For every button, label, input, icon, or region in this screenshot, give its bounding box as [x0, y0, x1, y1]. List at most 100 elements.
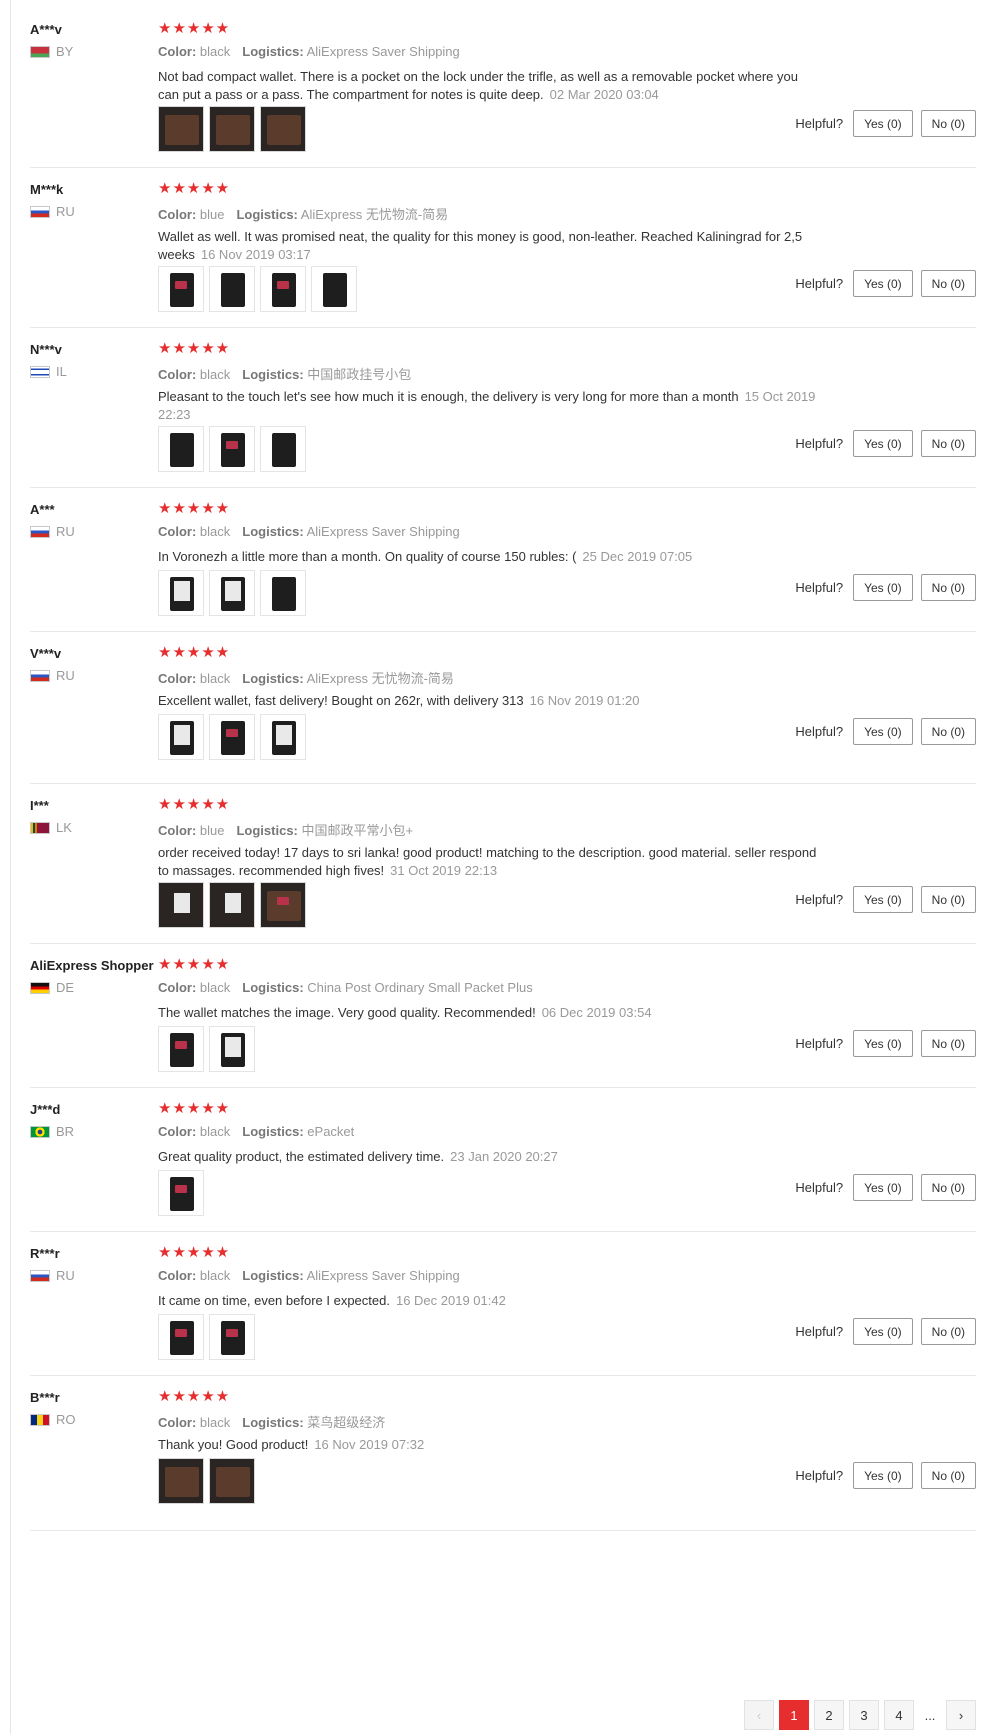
helpful-yes-button[interactable]: Yes (0) — [853, 718, 913, 745]
reviewer-country: BR — [30, 1124, 74, 1139]
review-photo-thumbnail[interactable] — [158, 1026, 204, 1072]
helpful-yes-button[interactable]: Yes (0) — [853, 1174, 913, 1201]
review-photo-thumbnail[interactable] — [209, 714, 255, 760]
flag-de-icon — [30, 981, 50, 994]
helpful-no-button[interactable]: No (0) — [920, 1030, 976, 1057]
helpful-no-button[interactable]: No (0) — [920, 270, 976, 297]
review-photo-thumbnail[interactable] — [158, 714, 204, 760]
helpful-no-button[interactable]: No (0) — [920, 1462, 976, 1489]
review-photo-thumbnail[interactable] — [260, 106, 306, 152]
page-1-button[interactable]: 1 — [779, 1700, 809, 1730]
review-photo-thumbnail[interactable] — [209, 1026, 255, 1072]
helpful-label: Helpful? — [795, 724, 844, 739]
review-meta: Color: black Logistics: 菜鸟超级经济 — [158, 1415, 386, 1430]
reviewer-country: BY — [30, 44, 73, 59]
helpful-vote: Helpful? Yes (0) No (0) — [795, 718, 976, 745]
review-text: Not bad compact wallet. There is a pocke… — [158, 69, 798, 102]
rating-stars: ★★★★★ — [158, 20, 231, 37]
helpful-yes-button[interactable]: Yes (0) — [853, 1030, 913, 1057]
helpful-no-button[interactable]: No (0) — [920, 1174, 976, 1201]
rating-stars: ★★★★★ — [158, 180, 231, 197]
helpful-yes-button[interactable]: Yes (0) — [853, 574, 913, 601]
helpful-yes-button[interactable]: Yes (0) — [853, 1318, 913, 1345]
helpful-vote: Helpful? Yes (0) No (0) — [795, 574, 976, 601]
review-photo-thumbnail[interactable] — [158, 266, 204, 312]
page-4-button[interactable]: 4 — [884, 1700, 914, 1730]
review-photos — [158, 266, 357, 312]
review-item: J***d BR ★★★★★ Color: black Logistics: eP… — [30, 1100, 976, 1232]
review-date: 23 Jan 2020 20:27 — [450, 1149, 558, 1164]
rating-stars: ★★★★★ — [158, 956, 231, 973]
rating-stars: ★★★★★ — [158, 500, 231, 517]
review-photo-thumbnail[interactable] — [209, 1458, 255, 1504]
review-text: Excellent wallet, fast delivery! Bought … — [158, 693, 640, 708]
helpful-yes-button[interactable]: Yes (0) — [853, 430, 913, 457]
review-meta: Color: black Logistics: AliExpress 无忧物流-简… — [158, 671, 454, 686]
page-3-button[interactable]: 3 — [849, 1700, 879, 1730]
helpful-no-button[interactable]: No (0) — [920, 574, 976, 601]
helpful-no-button[interactable]: No (0) — [920, 110, 976, 137]
review-photo-thumbnail[interactable] — [158, 1170, 204, 1216]
rating-stars: ★★★★★ — [158, 644, 231, 661]
review-photo-thumbnail[interactable] — [158, 1314, 204, 1360]
review-photo-thumbnail[interactable] — [158, 1458, 204, 1504]
review-photo-thumbnail[interactable] — [158, 106, 204, 152]
review-photos — [158, 882, 306, 928]
review-photo-thumbnail[interactable] — [209, 882, 255, 928]
helpful-yes-button[interactable]: Yes (0) — [853, 886, 913, 913]
review-meta: Color: black Logistics: AliExpress Saver … — [158, 524, 460, 539]
review-photo-thumbnail[interactable] — [260, 570, 306, 616]
review-item: A***v BY ★★★★★ Color: black Logistics: Al… — [30, 20, 976, 168]
rating-stars: ★★★★★ — [158, 1100, 231, 1117]
review-item: AliExpress Shopper DE ★★★★★ Color: black… — [30, 956, 976, 1088]
review-photo-thumbnail[interactable] — [209, 266, 255, 312]
helpful-label: Helpful? — [795, 1180, 844, 1195]
helpful-vote: Helpful? Yes (0) No (0) — [795, 1030, 976, 1057]
prev-page-button[interactable]: ‹ — [744, 1700, 774, 1730]
reviewer-country: RU — [30, 204, 75, 219]
review-date: 25 Dec 2019 07:05 — [582, 549, 693, 564]
reviewer-name: V***v — [30, 646, 62, 661]
review-photo-thumbnail[interactable] — [209, 570, 255, 616]
helpful-no-button[interactable]: No (0) — [920, 718, 976, 745]
reviewer-country: LK — [30, 820, 72, 835]
helpful-label: Helpful? — [795, 116, 844, 131]
review-item: B***r RO ★★★★★ Color: black Logistics: 菜鸟… — [30, 1388, 976, 1684]
review-text: Great quality product, the estimated del… — [158, 1149, 558, 1164]
review-date: 02 Mar 2020 03:04 — [549, 87, 659, 102]
review-text: Thank you! Good product! 16 Nov 2019 07:3… — [158, 1437, 425, 1452]
flag-br-icon — [30, 1125, 50, 1138]
review-photo-thumbnail[interactable] — [260, 714, 306, 760]
review-photo-thumbnail[interactable] — [209, 106, 255, 152]
review-photo-thumbnail[interactable] — [209, 1314, 255, 1360]
review-photo-thumbnail[interactable] — [260, 426, 306, 472]
helpful-no-button[interactable]: No (0) — [920, 886, 976, 913]
flag-lk-icon — [30, 821, 50, 834]
list-divider — [30, 1530, 976, 1531]
helpful-vote: Helpful? Yes (0) No (0) — [795, 886, 976, 913]
review-photo-thumbnail[interactable] — [158, 570, 204, 616]
reviewer-name: AliExpress Shopper — [30, 958, 154, 973]
page-2-button[interactable]: 2 — [814, 1700, 844, 1730]
review-meta: Color: black Logistics: China Post Ordina… — [158, 980, 533, 995]
review-text: It came on time, even before I expected.… — [158, 1293, 506, 1308]
review-photo-thumbnail[interactable] — [209, 426, 255, 472]
review-photo-thumbnail[interactable] — [158, 882, 204, 928]
review-photos — [158, 106, 306, 152]
helpful-yes-button[interactable]: Yes (0) — [853, 270, 913, 297]
reviewer-name: I*** — [30, 798, 49, 813]
review-photo-thumbnail[interactable] — [311, 266, 357, 312]
review-photo-thumbnail[interactable] — [260, 882, 306, 928]
review-photo-thumbnail[interactable] — [158, 426, 204, 472]
helpful-no-button[interactable]: No (0) — [920, 1318, 976, 1345]
helpful-yes-button[interactable]: Yes (0) — [853, 1462, 913, 1489]
flag-ru-icon — [30, 205, 50, 218]
next-page-button[interactable]: › — [946, 1700, 976, 1730]
review-photos — [158, 426, 306, 472]
helpful-no-button[interactable]: No (0) — [920, 430, 976, 457]
reviewer-name: M***k — [30, 182, 64, 197]
flag-ru-icon — [30, 669, 50, 682]
review-photos — [158, 570, 306, 616]
review-photo-thumbnail[interactable] — [260, 266, 306, 312]
helpful-yes-button[interactable]: Yes (0) — [853, 110, 913, 137]
